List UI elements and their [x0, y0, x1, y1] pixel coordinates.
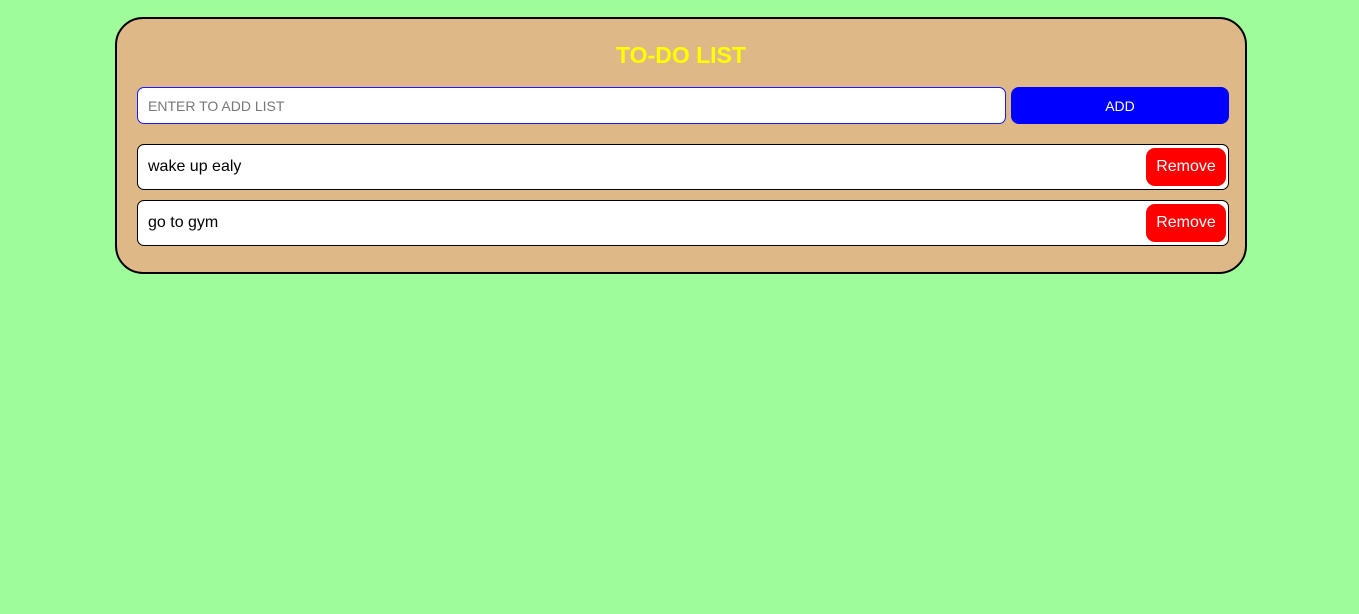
remove-button[interactable]: Remove: [1146, 204, 1226, 242]
task-text: go to gym: [148, 214, 219, 231]
remove-button[interactable]: Remove: [1146, 148, 1226, 186]
add-button[interactable]: ADD: [1011, 87, 1229, 124]
add-task-form: ADD: [137, 87, 1229, 124]
task-text: wake up ealy: [148, 158, 242, 175]
page-title: TO-DO LIST: [616, 42, 746, 68]
task-list: wake up ealy Remove go to gym Remove: [137, 144, 1229, 256]
task-input[interactable]: [137, 87, 1006, 124]
task-item: go to gym Remove: [137, 200, 1229, 246]
todo-card: TO-DO LIST ADD wake up ealy Remove go to…: [115, 17, 1247, 274]
task-item: wake up ealy Remove: [137, 144, 1229, 190]
